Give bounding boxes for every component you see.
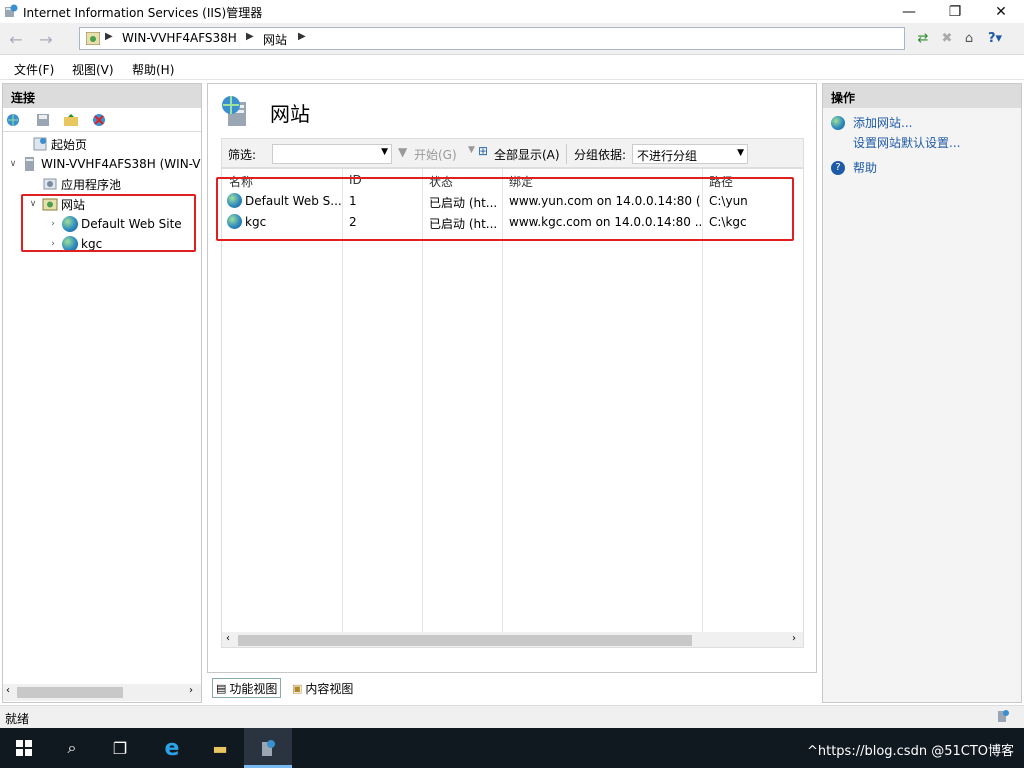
status-text: 就绪 [5,712,30,726]
server-home-icon [86,32,100,45]
filter-toolbar: 筛选: ▼ ▼ 开始(G) ▼ ⊞ 全部显示(A) 分组依据: 不进行分组 ▼ [221,138,804,168]
tab-content-view[interactable]: ▣ 内容视图 [289,678,356,698]
highlight-box [21,194,196,252]
server-icon [25,157,34,171]
menu-file[interactable]: 文件(F) [14,61,54,78]
start-page-icon [33,137,47,151]
tree-item-app-pools[interactable]: 应用程序池 [7,174,201,194]
connections-toolbar [3,108,201,132]
connections-header: 连接 [3,84,201,108]
sites-pane: 网站 筛选: ▼ ▼ 开始(G) ▼ ⊞ 全部显示(A) 分组依据: 不进行分组… [207,83,817,673]
breadcrumb-sites[interactable]: 网站 [263,31,287,48]
add-globe-icon [831,115,845,130]
highlight-box [216,177,794,241]
tree-item-start-page[interactable]: 起始页 [7,134,201,154]
internet-explorer-icon[interactable]: e [148,728,196,768]
funnel-icon: ▼ [398,145,408,159]
close-button[interactable]: ✕ [978,0,1024,23]
window-title: Internet Information Services (IIS)管理器 [23,6,263,20]
actions-header: 操作 [823,84,1021,108]
tab-label: 内容视图 [305,681,354,696]
back-arrow-icon[interactable]: ← [4,27,28,51]
menu-help[interactable]: 帮助(H) [132,61,174,78]
scroll-right-icon[interactable]: › [189,685,193,696]
address-bar: ← → ▶ WIN-VVHF4AFS38H ▶ 网站 ▶ ⇄ ✖ ⌂ ?▾ [0,23,1024,55]
save-icon[interactable] [35,112,51,128]
connect-globe-icon[interactable] [5,112,21,128]
help-icon[interactable]: ?▾ [984,27,1006,49]
page-title: 网站 [270,102,310,126]
forward-arrow-icon[interactable]: → [34,27,58,51]
help-link[interactable]: ? 帮助 [831,159,877,176]
add-site-link[interactable]: 添加网站... [831,114,912,131]
breadcrumb-separator-icon: ▶ [246,31,254,42]
show-all-icon: ⊞ [478,144,489,158]
menu-view[interactable]: 视图(V) [72,61,114,78]
windows-start-icon[interactable] [0,728,48,768]
breadcrumb-separator-icon: ▶ [298,31,306,42]
menu-bar: 文件(F) 视图(V) 帮助(H) [0,56,1024,80]
scroll-right-icon[interactable]: › [792,633,796,644]
scroll-left-icon[interactable]: ‹ [226,633,230,644]
chevron-down-icon[interactable]: ▼ [381,147,388,157]
connections-pane: 连接 起始页 ∨ WIN-VVHF4AFS38H (WIN-V 应用程序池 ∨ … [2,83,202,703]
horizontal-scrollbar[interactable]: ‹ › [3,684,201,701]
help-icon: ? [831,160,845,175]
iis-app-icon [5,4,18,17]
task-view-icon[interactable]: ❐ [96,728,144,768]
scrollbar-thumb[interactable] [17,687,123,698]
view-tabs: ▤ 功能视图 ▣ 内容视图 [207,676,817,700]
title-bar: Internet Information Services (IIS)管理器 —… [0,0,1024,23]
content-view-icon: ▣ [292,681,303,695]
features-view-icon: ▤ [216,681,227,695]
search-icon[interactable]: ⌕ [48,728,96,768]
sort-ascending-icon: ^ [280,168,288,175]
iis-manager-task-icon[interactable] [244,728,292,768]
status-bar: 就绪 [0,705,1024,728]
default-settings-link[interactable]: 设置网站默认设置... [853,134,960,151]
maximize-button[interactable]: ❐ [932,0,978,23]
tree-item-server[interactable]: ∨ WIN-VVHF4AFS38H (WIN-V [7,154,201,174]
breadcrumb-separator-icon: ▶ [105,31,113,42]
toolbar-divider [566,144,567,164]
sites-page-icon [222,96,246,126]
tree-label: WIN-VVHF4AFS38H (WIN-V [41,157,201,171]
groupby-label: 分组依据: [574,148,627,162]
actions-pane: 操作 添加网站... 设置网站默认设置... ? 帮助 [822,83,1022,703]
horizontal-scrollbar[interactable]: ‹ › [222,632,803,647]
start-filter-button[interactable]: 开始(G) [414,146,457,163]
chevron-down-icon: ▼ [737,148,744,158]
stop-icon[interactable]: ✖ [936,27,958,49]
groupby-value: 不进行分组 [637,149,698,163]
chevron-down-icon[interactable]: ∨ [7,159,19,169]
show-all-button[interactable]: 全部显示(A) [494,146,560,163]
server-status-icon [998,710,1009,722]
tray-text: ^https://blog.csdn @51CTO博客 [806,744,1014,759]
tree-label: 起始页 [51,137,88,152]
taskbar: ⌕ ❐ e ▬ ^https://blog.csdn @51CTO博客 [0,728,1024,768]
chevron-down-icon[interactable]: ▼ [468,145,475,155]
app-pool-icon [43,178,57,190]
scroll-left-icon[interactable]: ‹ [6,685,10,696]
groupby-select[interactable]: 不进行分组 ▼ [632,144,748,164]
tree-label: 应用程序池 [61,177,122,192]
scrollbar-thumb[interactable] [238,635,692,646]
breadcrumb[interactable]: ▶ WIN-VVHF4AFS38H ▶ 网站 ▶ [79,27,905,50]
minimize-button[interactable]: — [886,0,932,23]
disconnect-icon[interactable] [91,112,107,128]
tab-features-view[interactable]: ▤ 功能视图 [212,678,282,698]
refresh-icon[interactable]: ⇄ [912,27,934,49]
file-explorer-icon[interactable]: ▬ [196,728,244,768]
folder-up-icon[interactable] [63,112,79,128]
breadcrumb-server[interactable]: WIN-VVHF4AFS38H [122,31,237,45]
home-icon[interactable]: ⌂ [958,27,980,49]
filter-input[interactable]: ▼ [272,144,392,164]
tab-label: 功能视图 [229,681,278,696]
filter-label: 筛选: [228,148,257,162]
